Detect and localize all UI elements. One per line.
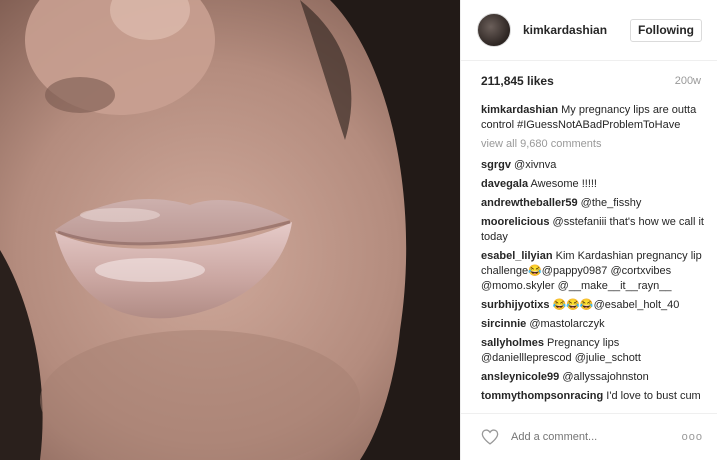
post-header: kimkardashian Following — [461, 0, 717, 61]
lips-closeup-image — [0, 0, 460, 460]
comment-username[interactable]: sgrgv — [481, 159, 511, 171]
comment-text: @allyssajohnston — [562, 371, 649, 383]
avatar[interactable] — [477, 13, 511, 47]
post-meta: 211,845 likes 200w — [461, 61, 717, 93]
comment-row: tommythompsonracing I'd love to bust cum… — [481, 389, 705, 403]
post-age[interactable]: 200w — [675, 75, 701, 87]
comment-row: sircinnie @mastolarczyk — [481, 317, 705, 332]
add-comment-input[interactable] — [509, 430, 682, 444]
comment-username[interactable]: sircinnie — [481, 318, 526, 330]
heart-icon[interactable] — [481, 429, 499, 445]
comment-text: @mastolarczyk — [529, 318, 605, 330]
comment-row: sgrgv @xivnva — [481, 158, 705, 173]
comment-row: sallyholmes Pregnancy lips @danielllepre… — [481, 336, 705, 366]
more-options-icon[interactable]: ooo — [682, 431, 703, 443]
instagram-post: kimkardashian Following 211,845 likes 20… — [0, 0, 717, 460]
comment-username[interactable]: davegala — [481, 178, 528, 190]
post-sidebar: kimkardashian Following 211,845 likes 20… — [460, 0, 717, 460]
caption-username[interactable]: kimkardashian — [481, 104, 558, 116]
view-all-comments-link[interactable]: view all 9,680 comments — [481, 137, 705, 152]
comment-row: esabel_lilyian Kim Kardashian pregnancy … — [481, 249, 705, 294]
comment-row: moorelicious @sstefaniii that's how we c… — [481, 215, 705, 245]
comment-text: @the_fisshy — [580, 197, 642, 209]
following-button[interactable]: Following — [630, 18, 702, 42]
comment-text: 😂😂😂@esabel_holt_40 — [552, 299, 680, 311]
comment-text: @xivnva — [514, 159, 557, 171]
author-username[interactable]: kimkardashian — [523, 23, 630, 37]
comments-list: kimkardashian My pregnancy lips are outt… — [461, 93, 717, 403]
comment-row: andrewtheballer59 @the_fisshy — [481, 196, 705, 211]
caption: kimkardashian My pregnancy lips are outt… — [481, 103, 705, 133]
comment-row: ansleynicole99 @allyssajohnston — [481, 370, 705, 385]
add-comment-bar: ooo — [461, 413, 717, 460]
comment-username[interactable]: andrewtheballer59 — [481, 197, 578, 209]
post-photo[interactable] — [0, 0, 460, 460]
comment-text: Awesome !!!!! — [530, 178, 597, 190]
comment-row: surbhijyotixs 😂😂😂@esabel_holt_40 — [481, 298, 705, 313]
comment-username[interactable]: esabel_lilyian — [481, 250, 553, 262]
comment-row: davegala Awesome !!!!! — [481, 177, 705, 192]
comment-username[interactable]: moorelicious — [481, 216, 549, 228]
comment-username[interactable]: tommythompsonracing — [481, 390, 603, 402]
comment-username[interactable]: surbhijyotixs — [481, 299, 549, 311]
comment-username[interactable]: ansleynicole99 — [481, 371, 559, 383]
comment-username[interactable]: sallyholmes — [481, 337, 544, 349]
likes-count[interactable]: 211,845 likes — [481, 74, 554, 88]
